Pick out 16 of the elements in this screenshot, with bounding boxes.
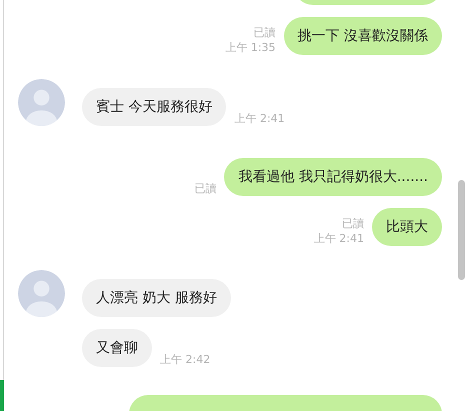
avatar-icon[interactable] bbox=[18, 270, 65, 317]
message-bubble: 比頭大 bbox=[372, 208, 442, 246]
message-bubble: 又會聊 bbox=[82, 329, 152, 367]
message-time: 上午 2:41 bbox=[314, 231, 364, 246]
read-receipt: 已讀 bbox=[254, 25, 276, 40]
message-bubble: 挑一下 沒喜歡沒關係 bbox=[284, 17, 442, 55]
message-bubble: 賓士 今天服務很好 bbox=[82, 88, 226, 126]
message-time: 上午 2:41 bbox=[234, 111, 285, 126]
read-receipt: 已讀 bbox=[342, 216, 364, 231]
scrollbar-thumb[interactable] bbox=[458, 180, 465, 280]
avatar-icon[interactable] bbox=[18, 79, 65, 126]
message-bubble: 人漂亮 奶大 服務好 bbox=[82, 279, 231, 317]
message-bubble: 我看過他 我只記得奶很大....... bbox=[224, 158, 442, 196]
message-time: 上午 1:35 bbox=[225, 40, 276, 55]
read-receipt: 已讀 bbox=[194, 181, 216, 196]
message-time: 上午 2:42 bbox=[160, 352, 210, 367]
